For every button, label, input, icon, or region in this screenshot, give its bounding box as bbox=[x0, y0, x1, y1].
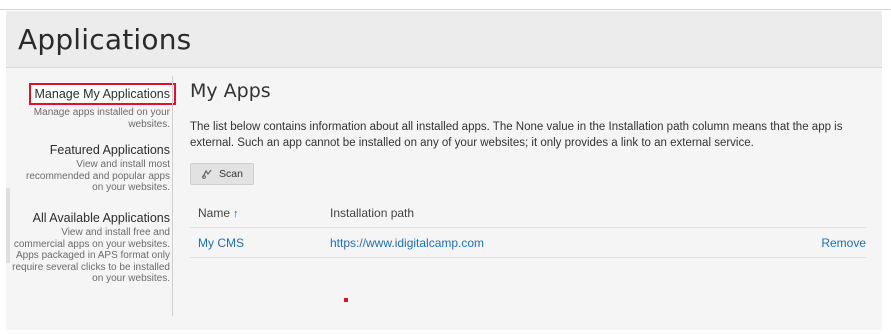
sidebar-item-description: View and install most recommended and po… bbox=[26, 159, 170, 193]
sidebar-divider bbox=[172, 76, 173, 316]
sidebar-item-featured-applications[interactable]: Featured Applications View and install m… bbox=[20, 143, 170, 194]
main-panel: My Apps The list below contains informat… bbox=[190, 68, 866, 330]
column-header-installation-path: Installation path bbox=[330, 206, 415, 220]
cursor-marker bbox=[344, 298, 348, 302]
remove-link[interactable]: Remove bbox=[821, 236, 866, 250]
sidebar-item-all-available-applications[interactable]: All Available Applications View and inst… bbox=[12, 211, 170, 285]
page-header: Applications bbox=[6, 11, 882, 68]
sidebar-item-description: Manage apps installed on your websites. bbox=[33, 107, 170, 130]
content-area: Manage My Applications Manage apps insta… bbox=[6, 68, 882, 330]
column-header-name[interactable]: Name ↑ bbox=[198, 206, 239, 220]
top-strip bbox=[0, 0, 891, 10]
page-title: Applications bbox=[18, 23, 192, 56]
sidebar: Manage My Applications Manage apps insta… bbox=[6, 68, 176, 330]
scan-button-label: Scan bbox=[219, 168, 243, 180]
sidebar-item-manage-my-applications[interactable]: Manage My Applications Manage apps insta… bbox=[22, 83, 176, 130]
sidebar-scroll-indicator bbox=[6, 188, 10, 263]
scan-button[interactable]: Scan bbox=[190, 163, 254, 185]
sidebar-item-title[interactable]: Manage My Applications bbox=[28, 83, 176, 105]
sidebar-item-title[interactable]: Featured Applications bbox=[20, 143, 170, 157]
table-row: My CMS https://www.idigitalcamp.com Remo… bbox=[190, 228, 866, 258]
column-header-name-label: Name bbox=[198, 206, 231, 220]
section-title: My Apps bbox=[190, 80, 271, 102]
table-header-row: Name ↑ Installation path bbox=[190, 198, 866, 228]
sort-ascending-icon: ↑ bbox=[233, 208, 239, 220]
app-name-link[interactable]: My CMS bbox=[198, 236, 244, 250]
apps-table: Name ↑ Installation path My CMS https://w… bbox=[190, 198, 866, 258]
sidebar-item-title[interactable]: All Available Applications bbox=[12, 211, 170, 225]
installation-path-link[interactable]: https://www.idigitalcamp.com bbox=[330, 236, 484, 250]
scan-icon bbox=[201, 168, 213, 180]
sidebar-item-description: View and install free and commercial app… bbox=[12, 227, 170, 284]
section-description: The list below contains information abou… bbox=[190, 121, 843, 149]
